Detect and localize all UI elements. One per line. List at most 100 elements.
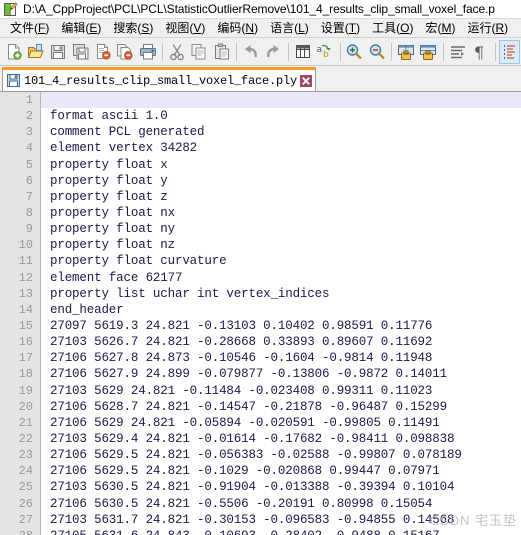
menu-item-settings[interactable]: 设置(T) [315,18,366,38]
code-line: format ascii 1.0 [50,109,168,124]
line-number: 3 [25,125,33,140]
menu-item-file[interactable]: 文件(F) [4,18,55,38]
cut-icon[interactable] [166,40,187,64]
print-icon[interactable] [137,40,158,64]
menu-bar: 文件(F) 编辑(E) 搜索(S) 视图(V) 编码(N) 语言(L) 设置(T… [0,18,521,38]
replace-icon[interactable]: a b [314,40,335,64]
line-number: 13 [18,286,33,301]
line-number: 23 [18,448,33,463]
line-number: 17 [18,351,33,366]
code-line: end_header [50,302,124,317]
line-number: 22 [18,431,33,446]
code-line: element vertex 34282 [50,141,198,156]
word-wrap-icon[interactable] [447,40,468,64]
line-number: 11 [18,254,33,269]
find-icon[interactable] [292,40,313,64]
menu-item-tools[interactable]: 工具(O) [366,18,419,38]
saved-disk-icon [7,74,20,87]
line-number: 18 [18,367,33,382]
code-line: 27106 5627.8 24.873 -0.10546 -0.1604 -0.… [50,351,433,366]
new-file-icon[interactable] [3,40,24,64]
undo-icon[interactable] [240,40,261,64]
toolbar-separator [236,42,238,61]
line-number: 8 [25,205,33,220]
toolbar-separator [494,42,496,61]
code-line: property float z [50,189,168,204]
show-all-chars-icon[interactable]: ¶ [469,40,490,64]
save-icon[interactable] [48,40,69,64]
toolbar-separator [287,42,289,61]
code-line: 27105 5631.6 24.843 -0.10693 -0.28402 -0… [50,528,521,535]
line-number: 20 [18,399,33,414]
line-number: 16 [18,335,33,350]
toolbar-separator [442,42,444,61]
code-line: 27106 5630.5 24.821 -0.5506 -0.20191 0.8… [50,496,433,511]
code-line: comment PCL generated [50,125,205,140]
menu-item-encoding[interactable]: 编码(N) [211,18,264,38]
line-number: 2 [25,109,33,124]
line-number: 9 [25,222,33,237]
indent-guide-icon[interactable] [498,39,520,64]
copy-icon[interactable] [189,40,210,64]
svg-text:a: a [316,45,322,55]
menu-item-macro[interactable]: 宏(M) [419,18,461,38]
line-number: 7 [25,189,33,204]
code-line: 27103 5630.5 24.821 -0.91904 -0.013388 -… [50,480,455,495]
line-number: 14 [18,302,33,317]
sync-vertical-scroll-icon[interactable] [395,40,416,64]
line-number-gutter: 1 2 3 4 5 6 7 8 9 10 11 12 13 14 15 16 1… [0,92,41,535]
line-number: 21 [18,415,33,430]
code-line: property float nz [50,238,175,253]
toolbar-separator [162,42,164,61]
line-number: 19 [18,383,33,398]
paste-icon[interactable] [211,40,232,64]
line-number: 15 [18,318,33,333]
code-line: 27103 5626.7 24.821 -0.28668 0.33893 0.8… [50,335,433,350]
tab-label: 101_4_results_clip_small_voxel_face.ply [24,73,298,88]
current-line-highlight [0,92,521,109]
code-line: 27103 5629.4 24.821 -0.01614 -0.17682 -0… [50,431,455,446]
code-line: property float x [50,157,168,172]
zoom-out-icon[interactable] [366,40,387,64]
line-number: 5 [25,157,33,172]
redo-icon[interactable] [263,40,284,64]
line-number: 12 [18,270,33,285]
code-line: 27106 5629 24.821 -0.05894 -0.020591 -0.… [50,415,440,430]
line-number: 26 [18,496,33,511]
code-line: property float y [50,173,168,188]
menu-item-run[interactable]: 运行(R) [461,18,514,38]
svg-text:b: b [323,50,329,60]
line-number: 10 [18,238,33,253]
title-bar: D:\A_CppProject\PCL\PCL\StatisticOutlier… [0,0,521,18]
code-line: 27106 5629.5 24.821 -0.1029 -0.020868 0.… [50,464,440,479]
menu-item-language[interactable]: 语言(L) [264,18,315,38]
sync-horizontal-scroll-icon[interactable] [418,40,439,64]
line-number: 27 [18,512,33,527]
code-content[interactable]: ply format ascii 1.0 comment PCL generat… [41,92,521,535]
tab-bar: 101_4_results_clip_small_voxel_face.ply [0,66,521,92]
toolbar-separator [391,42,393,61]
code-line: 27097 5619.3 24.821 -0.13103 0.10402 0.9… [50,318,433,333]
menu-item-edit[interactable]: 编辑(E) [55,18,107,38]
menu-item-search[interactable]: 搜索(S) [107,18,159,38]
code-line: property list uchar int vertex_indices [50,286,330,301]
tab-101-4-results-clip-small-voxel-face-ply[interactable]: 101_4_results_clip_small_voxel_face.ply [2,67,317,91]
close-all-icon[interactable] [115,40,136,64]
code-line: 27106 5629.5 24.821 -0.056383 -0.02588 -… [50,448,462,463]
code-line: property float ny [50,222,175,237]
code-line: property float nx [50,205,175,220]
pencil-icon [9,1,18,11]
code-line: 27103 5629 24.821 -0.11484 -0.023408 0.9… [50,383,433,398]
line-number: 4 [25,141,33,156]
close-file-icon[interactable] [92,40,113,64]
save-all-icon[interactable] [70,40,91,64]
text-editor[interactable]: 1 2 3 4 5 6 7 8 9 10 11 12 13 14 15 16 1… [0,92,521,535]
zoom-in-icon[interactable] [344,40,365,64]
code-line: 27106 5627.9 24.899 -0.079877 -0.13806 -… [50,367,447,382]
close-icon[interactable] [300,74,313,87]
code-line: property float curvature [50,254,227,269]
menu-item-view[interactable]: 视图(V) [159,18,211,38]
open-file-icon[interactable] [25,40,46,64]
window-title: D:\A_CppProject\PCL\PCL\StatisticOutlier… [23,2,495,16]
notepad-plus-plus-icon [3,1,18,17]
